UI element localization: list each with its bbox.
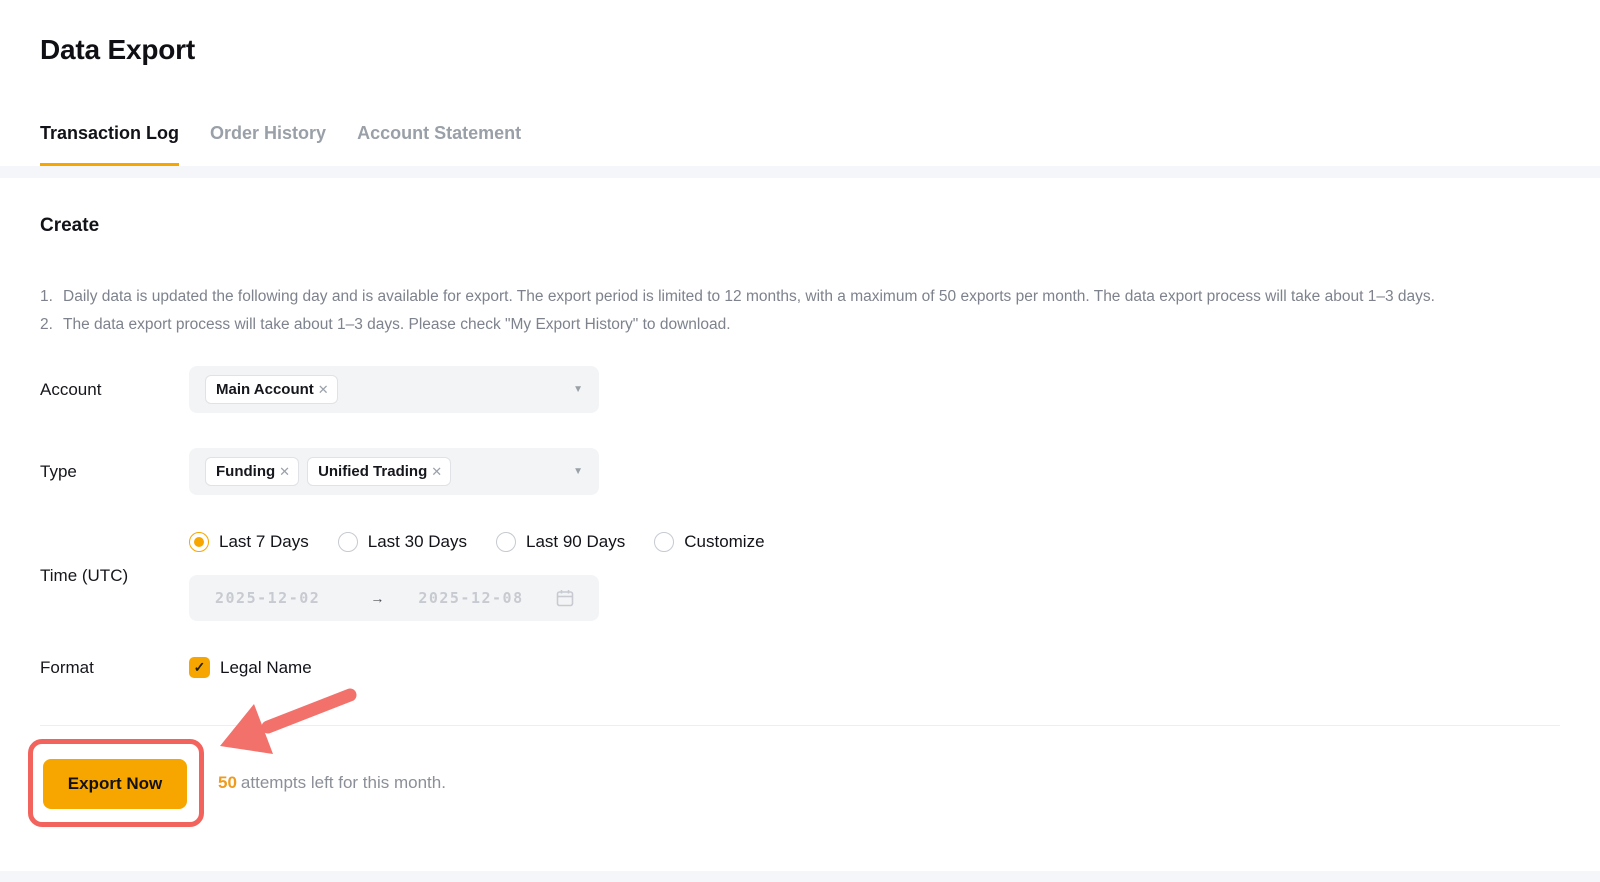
instruction-line: 2.The data export process will take abou… — [40, 311, 1560, 339]
type-tag: Funding ✕ — [205, 457, 299, 486]
date-range-input[interactable]: 2025-12-02 → 2025-12-08 — [189, 575, 599, 621]
radio-icon — [654, 532, 674, 552]
data-export-page: Data Export Transaction Log Order Histor… — [0, 34, 1600, 882]
legal-name-label: Legal Name — [220, 658, 312, 678]
export-now-button[interactable]: Export Now — [43, 759, 187, 809]
chevron-down-icon[interactable]: ▼ — [573, 466, 583, 477]
radio-last-30-days[interactable]: Last 30 Days — [338, 532, 467, 552]
divider — [40, 725, 1560, 726]
instruction-text: The data export process will take about … — [63, 316, 731, 333]
chevron-down-icon[interactable]: ▼ — [573, 384, 583, 395]
attempts-count: 50 — [218, 773, 237, 792]
radio-last-90-days[interactable]: Last 90 Days — [496, 532, 625, 552]
tab-transaction-log[interactable]: Transaction Log — [40, 123, 179, 166]
radio-icon — [496, 532, 516, 552]
account-row: Account Main Account ✕ ▼ — [40, 366, 1560, 413]
account-tag: Main Account ✕ — [205, 375, 338, 404]
account-select[interactable]: Main Account ✕ ▼ — [189, 366, 599, 413]
bottom-band — [0, 871, 1600, 882]
page-title: Data Export — [40, 34, 1560, 66]
close-icon[interactable]: ✕ — [431, 464, 442, 480]
footer: Export Now 50attempts left for this mont… — [40, 725, 1560, 827]
type-select[interactable]: Funding ✕ Unified Trading ✕ ▼ — [189, 448, 599, 495]
tab-account-statement[interactable]: Account Statement — [357, 123, 521, 166]
format-row: Format ✓ Legal Name — [40, 657, 1560, 678]
time-group: Last 7 Days Last 30 Days Last 90 Days Cu… — [189, 531, 794, 621]
close-icon[interactable]: ✕ — [279, 464, 290, 480]
radio-customize[interactable]: Customize — [654, 532, 764, 552]
legal-name-checkbox[interactable]: ✓ — [189, 657, 210, 678]
attempts-text: attempts left for this month. — [241, 773, 446, 792]
tab-order-history[interactable]: Order History — [210, 123, 326, 166]
instruction-number: 1. — [40, 283, 63, 311]
type-row: Type Funding ✕ Unified Trading ✕ ▼ — [40, 448, 1560, 495]
tab-separator-band — [0, 166, 1600, 178]
radio-icon — [338, 532, 358, 552]
time-range-options: Last 7 Days Last 30 Days Last 90 Days Cu… — [189, 531, 794, 553]
calendar-icon[interactable] — [555, 588, 575, 608]
type-label: Type — [40, 462, 189, 482]
time-row: Time (UTC) Last 7 Days Last 30 Days Last… — [40, 531, 1560, 621]
account-tag-label: Main Account — [216, 381, 314, 398]
type-tag: Unified Trading ✕ — [307, 457, 451, 486]
radio-last-7-days[interactable]: Last 7 Days — [189, 532, 309, 552]
footer-row: Export Now 50attempts left for this mont… — [40, 739, 1560, 827]
time-label: Time (UTC) — [40, 566, 189, 586]
instruction-text: Daily data is updated the following day … — [63, 288, 1435, 305]
radio-label: Customize — [684, 532, 764, 552]
radio-icon — [189, 532, 209, 552]
instructions: 1.Daily data is updated the following da… — [40, 283, 1560, 339]
instruction-number: 2. — [40, 311, 63, 339]
radio-label: Last 90 Days — [526, 532, 625, 552]
date-to[interactable]: 2025-12-08 — [418, 589, 523, 607]
attempts-remaining: 50attempts left for this month. — [218, 773, 446, 793]
radio-label: Last 30 Days — [368, 532, 467, 552]
account-label: Account — [40, 380, 189, 400]
type-tag-label: Funding — [216, 463, 275, 480]
instruction-line: 1.Daily data is updated the following da… — [40, 283, 1560, 311]
format-label: Format — [40, 658, 189, 678]
tab-bar: Transaction Log Order History Account St… — [40, 123, 1560, 166]
close-icon[interactable]: ✕ — [318, 382, 329, 398]
range-arrow-icon: → — [370, 590, 384, 606]
date-from[interactable]: 2025-12-02 — [215, 589, 320, 607]
red-annotation-box: Export Now — [28, 739, 204, 827]
radio-label: Last 7 Days — [219, 532, 309, 552]
create-heading: Create — [40, 215, 1560, 237]
type-tag-label: Unified Trading — [318, 463, 427, 480]
